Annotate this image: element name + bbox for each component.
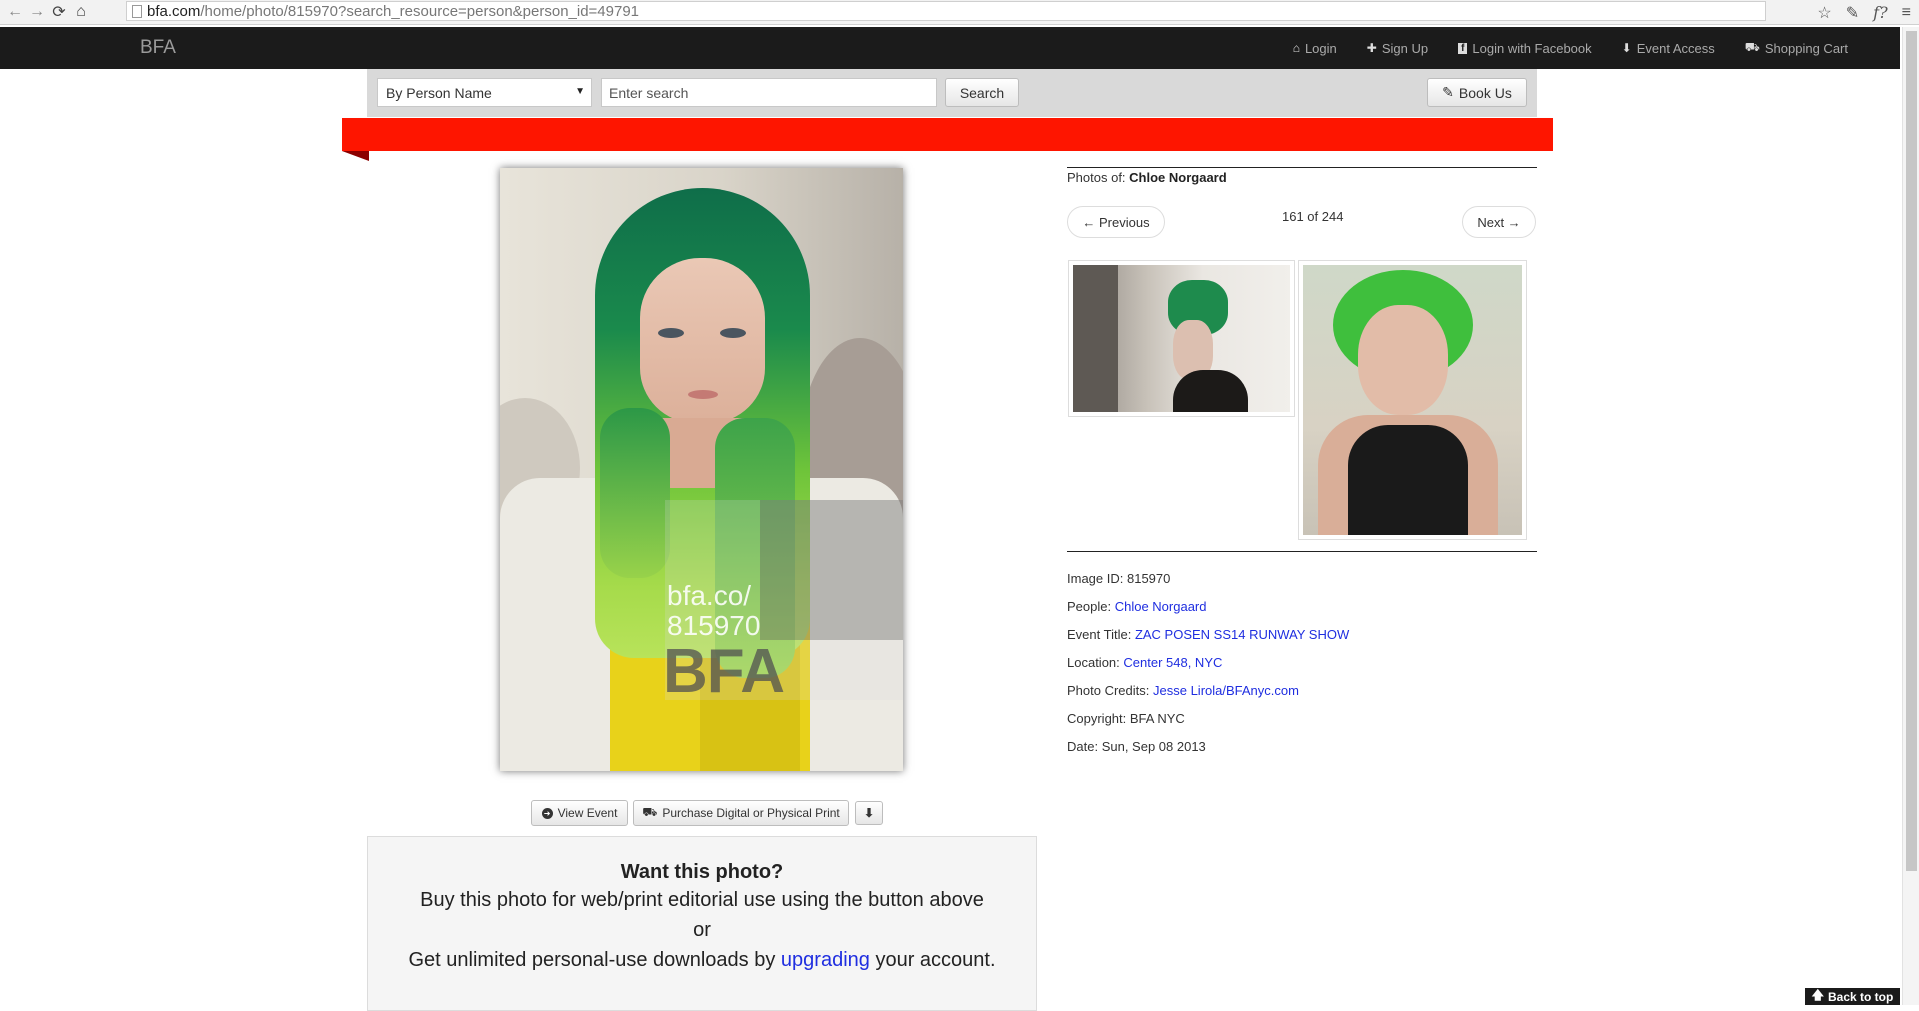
divider	[1067, 167, 1537, 168]
image-id-row: Image ID: 815970	[1067, 571, 1171, 586]
reload-icon[interactable]: ⟳	[48, 1, 70, 23]
page-icon	[132, 5, 142, 18]
site-logo[interactable]: BFA	[140, 37, 176, 59]
event-title-link[interactable]: ZAC POSEN SS14 RUNWAY SHOW	[1135, 627, 1349, 642]
vertical-scrollbar[interactable]	[1902, 27, 1919, 1005]
divider	[1067, 551, 1537, 552]
cart-icon: ⛟	[1744, 40, 1760, 54]
thumbnail-next[interactable]	[1298, 260, 1527, 540]
date-value: Sun, Sep 08 2013	[1101, 739, 1206, 754]
want-line3: Get unlimited personal-use downloads by …	[408, 949, 996, 971]
red-banner	[342, 118, 1553, 151]
browser-toolbar: ← → ⟳ ⌂ bfa.com/home/photo/815970?search…	[0, 0, 1919, 25]
nav-sign-up[interactable]: ✚ Sign Up	[1367, 41, 1428, 56]
search-mode-value: By Person Name	[386, 85, 492, 101]
location-link[interactable]: Center 548, NYC	[1123, 655, 1222, 670]
red-banner-fold	[342, 151, 369, 161]
nav-login[interactable]: ⌂ Login	[1293, 41, 1337, 56]
user-icon: ⬇	[1621, 41, 1632, 55]
location-row: Location: Center 548, NYC	[1067, 655, 1223, 670]
credits-row: Photo Credits: Jesse Lirola/BFAnyc.com	[1067, 683, 1299, 698]
url-domain: bfa.com	[147, 2, 201, 20]
top-nav: ⌂ Login ✚ Sign Up f Login with Facebook ⬇ Ev…	[1293, 27, 1848, 69]
main-photo[interactable]: bfa.co/ 815970 BFA	[500, 168, 903, 771]
copyright-value: BFA NYC	[1129, 711, 1185, 726]
photos-of-heading: Photos of: Chloe Norgaard	[1067, 170, 1227, 185]
plus-icon: ✚	[1366, 41, 1377, 55]
nav-sign-up-label: Sign Up	[1381, 40, 1429, 56]
arrow-up-icon: 🡅	[1811, 988, 1824, 1002]
address-bar[interactable]: bfa.com/home/photo/815970?search_resourc…	[126, 1, 1766, 21]
site-header: BFA ⌂ Login ✚ Sign Up f Login with Facebook…	[0, 27, 1900, 69]
want-this-photo-panel: Want this photo? Buy this photo for web/…	[367, 836, 1037, 1011]
watermark-url: bfa.co/ 815970	[667, 580, 761, 641]
image-id-value: 815970	[1126, 571, 1171, 586]
view-event-button[interactable]: ➜ View Event	[531, 800, 628, 826]
person-name: Chloe Norgaard	[1129, 170, 1227, 185]
download-button[interactable]: ⬇	[855, 801, 883, 825]
home-icon: ⌂	[1292, 41, 1300, 55]
want-heading: Want this photo?	[620, 861, 784, 883]
want-line1: Buy this photo for web/print editorial u…	[420, 889, 984, 911]
home-icon[interactable]: ⌂	[70, 1, 92, 23]
cart-icon: ⛟	[642, 805, 658, 819]
event-title-row: Event Title: ZAC POSEN SS14 RUNWAY SHOW	[1067, 627, 1350, 642]
book-us-label: Book Us	[1458, 84, 1512, 101]
formula-extension-icon[interactable]: f?	[1873, 3, 1888, 22]
credits-link[interactable]: Jesse Lirola/BFAnyc.com	[1153, 683, 1299, 698]
search-button[interactable]: Search	[945, 78, 1019, 107]
arrow-circle-icon: ➜	[541, 807, 553, 819]
view-event-label: View Event	[557, 806, 618, 820]
download-icon: ⬇	[863, 806, 875, 820]
back-arrow-icon[interactable]: ←	[4, 1, 26, 23]
pencil-icon: ✎	[1442, 84, 1454, 100]
date-row: Date: Sun, Sep 08 2013	[1067, 739, 1206, 754]
previous-button[interactable]: ← Previous	[1067, 206, 1165, 238]
photo-counter: 161 of 244	[1282, 209, 1344, 224]
forward-arrow-icon[interactable]: →	[26, 1, 48, 23]
thumbnail-image	[1073, 265, 1290, 412]
search-input[interactable]: Enter search	[601, 78, 937, 107]
scrollbar-thumb[interactable]	[1906, 31, 1917, 871]
thumbnail-previous[interactable]	[1068, 260, 1295, 417]
nav-shopping-cart[interactable]: ⛟ Shopping Cart	[1745, 40, 1848, 56]
dropdown-caret-icon: ▼	[575, 86, 585, 97]
watermark-logo: BFA	[663, 637, 785, 706]
thumbnail-image	[1303, 265, 1522, 535]
menu-icon[interactable]: ≡	[1902, 4, 1911, 22]
people-row: People: Chloe Norgaard	[1067, 599, 1207, 614]
nav-login-label: Login	[1304, 40, 1337, 56]
copyright-row: Copyright: BFA NYC	[1067, 711, 1185, 726]
nav-login-facebook[interactable]: f Login with Facebook	[1458, 41, 1592, 56]
nav-login-facebook-label: Login with Facebook	[1472, 40, 1592, 56]
extension-icon[interactable]: ✎	[1846, 3, 1859, 23]
search-mode-select[interactable]: By Person Name ▼	[377, 78, 592, 107]
purchase-label: Purchase Digital or Physical Print	[662, 806, 840, 820]
url-path: /home/photo/815970?search_resource=perso…	[200, 2, 640, 20]
star-icon[interactable]: ☆	[1817, 3, 1831, 23]
nav-event-access-label: Event Access	[1636, 40, 1715, 56]
next-button[interactable]: Next →	[1462, 206, 1536, 238]
search-bar: By Person Name ▼ Enter search Search ✎ Bo…	[367, 69, 1537, 117]
back-to-top-label: Back to top	[1828, 989, 1894, 1004]
nav-shopping-cart-label: Shopping Cart	[1764, 40, 1848, 56]
upgrading-link[interactable]: upgrading	[781, 949, 870, 971]
people-link[interactable]: Chloe Norgaard	[1115, 599, 1207, 614]
book-us-button[interactable]: ✎ Book Us	[1427, 78, 1527, 107]
back-to-top-button[interactable]: 🡅 Back to top	[1805, 988, 1900, 1005]
purchase-print-button[interactable]: ⛟ Purchase Digital or Physical Print	[633, 800, 849, 826]
want-line2: or	[693, 919, 711, 941]
facebook-icon: f	[1458, 42, 1468, 54]
nav-event-access[interactable]: ⬇ Event Access	[1622, 41, 1715, 56]
